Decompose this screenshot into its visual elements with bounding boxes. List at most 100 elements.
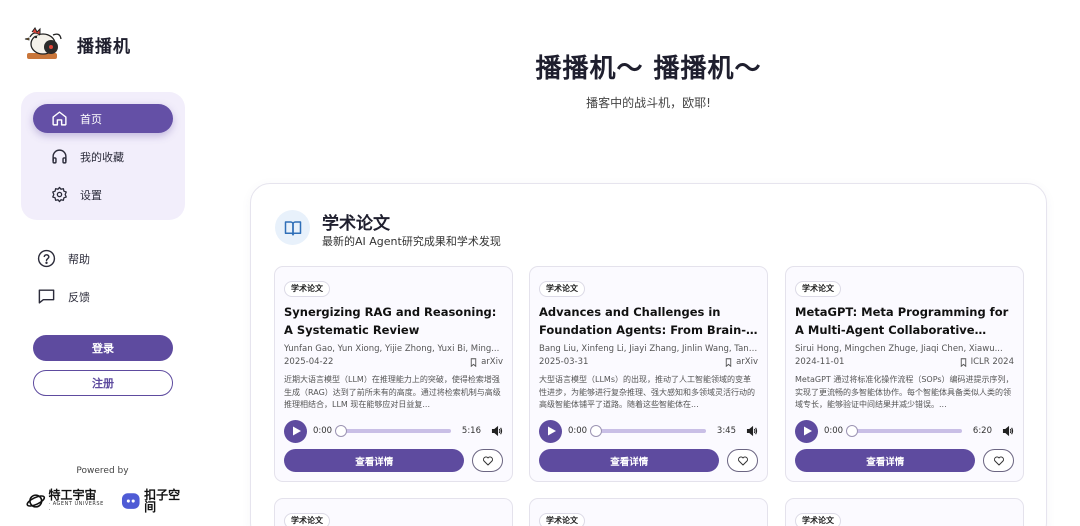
card-venue-label: arXiv [481, 357, 503, 367]
sidebar: 播播机 首页 我的收藏 设置 帮助 反馈 登录 注册 Powered by 特工… [0, 0, 205, 526]
audio-player: 0:00 3:45 [539, 419, 758, 443]
category-tag: 学术论文 [539, 513, 585, 526]
volume-button[interactable] [491, 422, 503, 441]
card-date: 2025-03-31 [539, 357, 589, 367]
bookmark-icon [960, 357, 966, 367]
heart-icon [482, 456, 493, 465]
audio-player: 0:00 6:20 [795, 419, 1014, 443]
seek-slider[interactable] [846, 425, 962, 437]
nav-item-home[interactable]: 首页 [33, 104, 173, 133]
heart-icon [737, 456, 748, 465]
card-meta: 2025-04-22 arXiv [284, 357, 503, 367]
message-square-icon [38, 289, 55, 304]
audio-player: 0:00 5:16 [284, 419, 503, 443]
register-button[interactable]: 注册 [33, 370, 173, 396]
seek-slider[interactable] [590, 425, 706, 437]
card-actions: 查看详情 [795, 449, 1014, 472]
card-meta: 2024-11-01 ICLR 2024 [795, 357, 1014, 367]
podcast-card[interactable]: 学术论文 [529, 498, 768, 526]
card-title[interactable]: MetaGPT: Meta Programming for A Multi-Ag… [795, 303, 1014, 339]
card-venue: ICLR 2024 [959, 357, 1014, 367]
book-open-icon [284, 220, 301, 235]
volume-icon [491, 425, 503, 436]
volume-button[interactable] [1002, 422, 1014, 441]
academic-papers-section: 学术论文 最新的AI Agent研究成果和学术发现 学术论文 Synergizi… [250, 183, 1047, 526]
section-subtitle: 最新的AI Agent研究成果和学术发现 [322, 235, 501, 248]
seek-thumb[interactable] [335, 425, 347, 437]
play-button[interactable] [284, 419, 307, 443]
chicken-logo-icon [24, 27, 62, 59]
help-circle-icon [37, 249, 56, 268]
play-button[interactable] [539, 419, 562, 443]
play-icon [292, 426, 301, 436]
seek-thumb[interactable] [590, 425, 602, 437]
category-tag: 学术论文 [284, 281, 330, 297]
bookmark-icon [470, 357, 477, 367]
favorite-button[interactable] [472, 449, 503, 472]
view-details-button[interactable]: 查看详情 [539, 449, 720, 472]
volume-icon [1002, 425, 1014, 436]
podcast-card[interactable]: 学术论文 Synergizing RAG and Reasoning: A Sy… [274, 266, 513, 482]
headphones-icon [52, 149, 67, 164]
volume-button[interactable] [746, 422, 758, 441]
card-summary: 大型语言模型（LLMs）的出现，推动了人工智能领域的变革性进步，为能够进行复杂推… [539, 375, 755, 409]
help-label: 帮助 [68, 252, 90, 266]
partner1-sub: · AGENT UNIVERSE · [48, 501, 104, 513]
card-title[interactable]: Synergizing RAG and Reasoning: A Systema… [284, 303, 503, 339]
card-meta: 2025-03-31 arXiv [539, 357, 758, 367]
feedback-link[interactable]: 反馈 [37, 287, 177, 306]
nav-item-settings[interactable]: 设置 [33, 180, 173, 209]
help-link[interactable]: 帮助 [37, 249, 177, 268]
feedback-label: 反馈 [68, 290, 90, 304]
category-tag: 学术论文 [539, 281, 585, 297]
card-venue: arXiv [724, 357, 758, 367]
planet-logo-icon [26, 494, 46, 508]
play-icon [547, 426, 556, 436]
powered-by-text: Powered by [76, 466, 129, 476]
card-actions: 查看详情 [284, 449, 503, 472]
card-venue-label: arXiv [736, 357, 758, 367]
heart-icon [993, 456, 1004, 465]
partner-agent-universe: 特工宇宙 · AGENT UNIVERSE · [26, 489, 107, 513]
bookmark-icon [725, 357, 732, 367]
duration: 6:20 [972, 426, 992, 436]
partner-kouzi: 扣子空间 [121, 489, 191, 513]
nav-item-label: 设置 [80, 188, 102, 202]
brand[interactable]: 播播机 [24, 26, 131, 62]
kouzi-logo-icon [121, 493, 140, 509]
gear-icon [52, 186, 67, 203]
volume-icon [746, 425, 758, 436]
card-authors: Sirui Hong, Mingchen Zhuge, Jiaqi Chen, … [795, 344, 1003, 354]
duration: 3:45 [716, 426, 736, 436]
category-tag: 学术论文 [284, 513, 330, 526]
card-authors: Yunfan Gao, Yun Xiong, Yijie Zhong, Yuxi… [284, 344, 500, 354]
podcast-card[interactable]: 学术论文 [785, 498, 1024, 526]
card-venue-label: ICLR 2024 [970, 357, 1014, 367]
card-date: 2025-04-22 [284, 357, 334, 367]
play-button[interactable] [795, 419, 818, 443]
seek-thumb[interactable] [846, 425, 858, 437]
main-nav: 首页 我的收藏 设置 [21, 92, 185, 220]
category-tag: 学术论文 [795, 281, 841, 297]
favorite-button[interactable] [983, 449, 1014, 472]
podcast-card[interactable]: 学术论文 MetaGPT: Meta Programming for A Mul… [785, 266, 1024, 482]
podcast-card[interactable]: 学术论文 [274, 498, 513, 526]
nav-item-favorites[interactable]: 我的收藏 [33, 142, 173, 171]
play-icon [803, 426, 812, 436]
category-tag: 学术论文 [795, 513, 841, 526]
favorite-button[interactable] [727, 449, 758, 472]
view-details-button[interactable]: 查看详情 [284, 449, 465, 472]
partner1-name: 特工宇宙 [48, 488, 97, 502]
nav-item-label: 首页 [80, 112, 102, 126]
card-summary: 近期大语言模型（LLM）在推理能力上的突破，使得检索增强生成（RAG）达到了前所… [284, 375, 501, 409]
podcast-card[interactable]: 学术论文 Advances and Challenges in Foundati… [529, 266, 768, 482]
view-details-button[interactable]: 查看详情 [795, 449, 976, 472]
seek-slider[interactable] [335, 425, 451, 437]
partner2-name: 扣子空间 [144, 488, 181, 514]
card-title[interactable]: Advances and Challenges in Foundation Ag… [539, 303, 758, 339]
section-icon [275, 210, 310, 245]
brand-name: 播播机 [77, 36, 131, 57]
login-button[interactable]: 登录 [33, 335, 173, 361]
duration: 5:16 [461, 426, 481, 436]
card-authors: Bang Liu, Xinfeng Li, Jiayi Zhang, Jinli… [539, 344, 758, 354]
